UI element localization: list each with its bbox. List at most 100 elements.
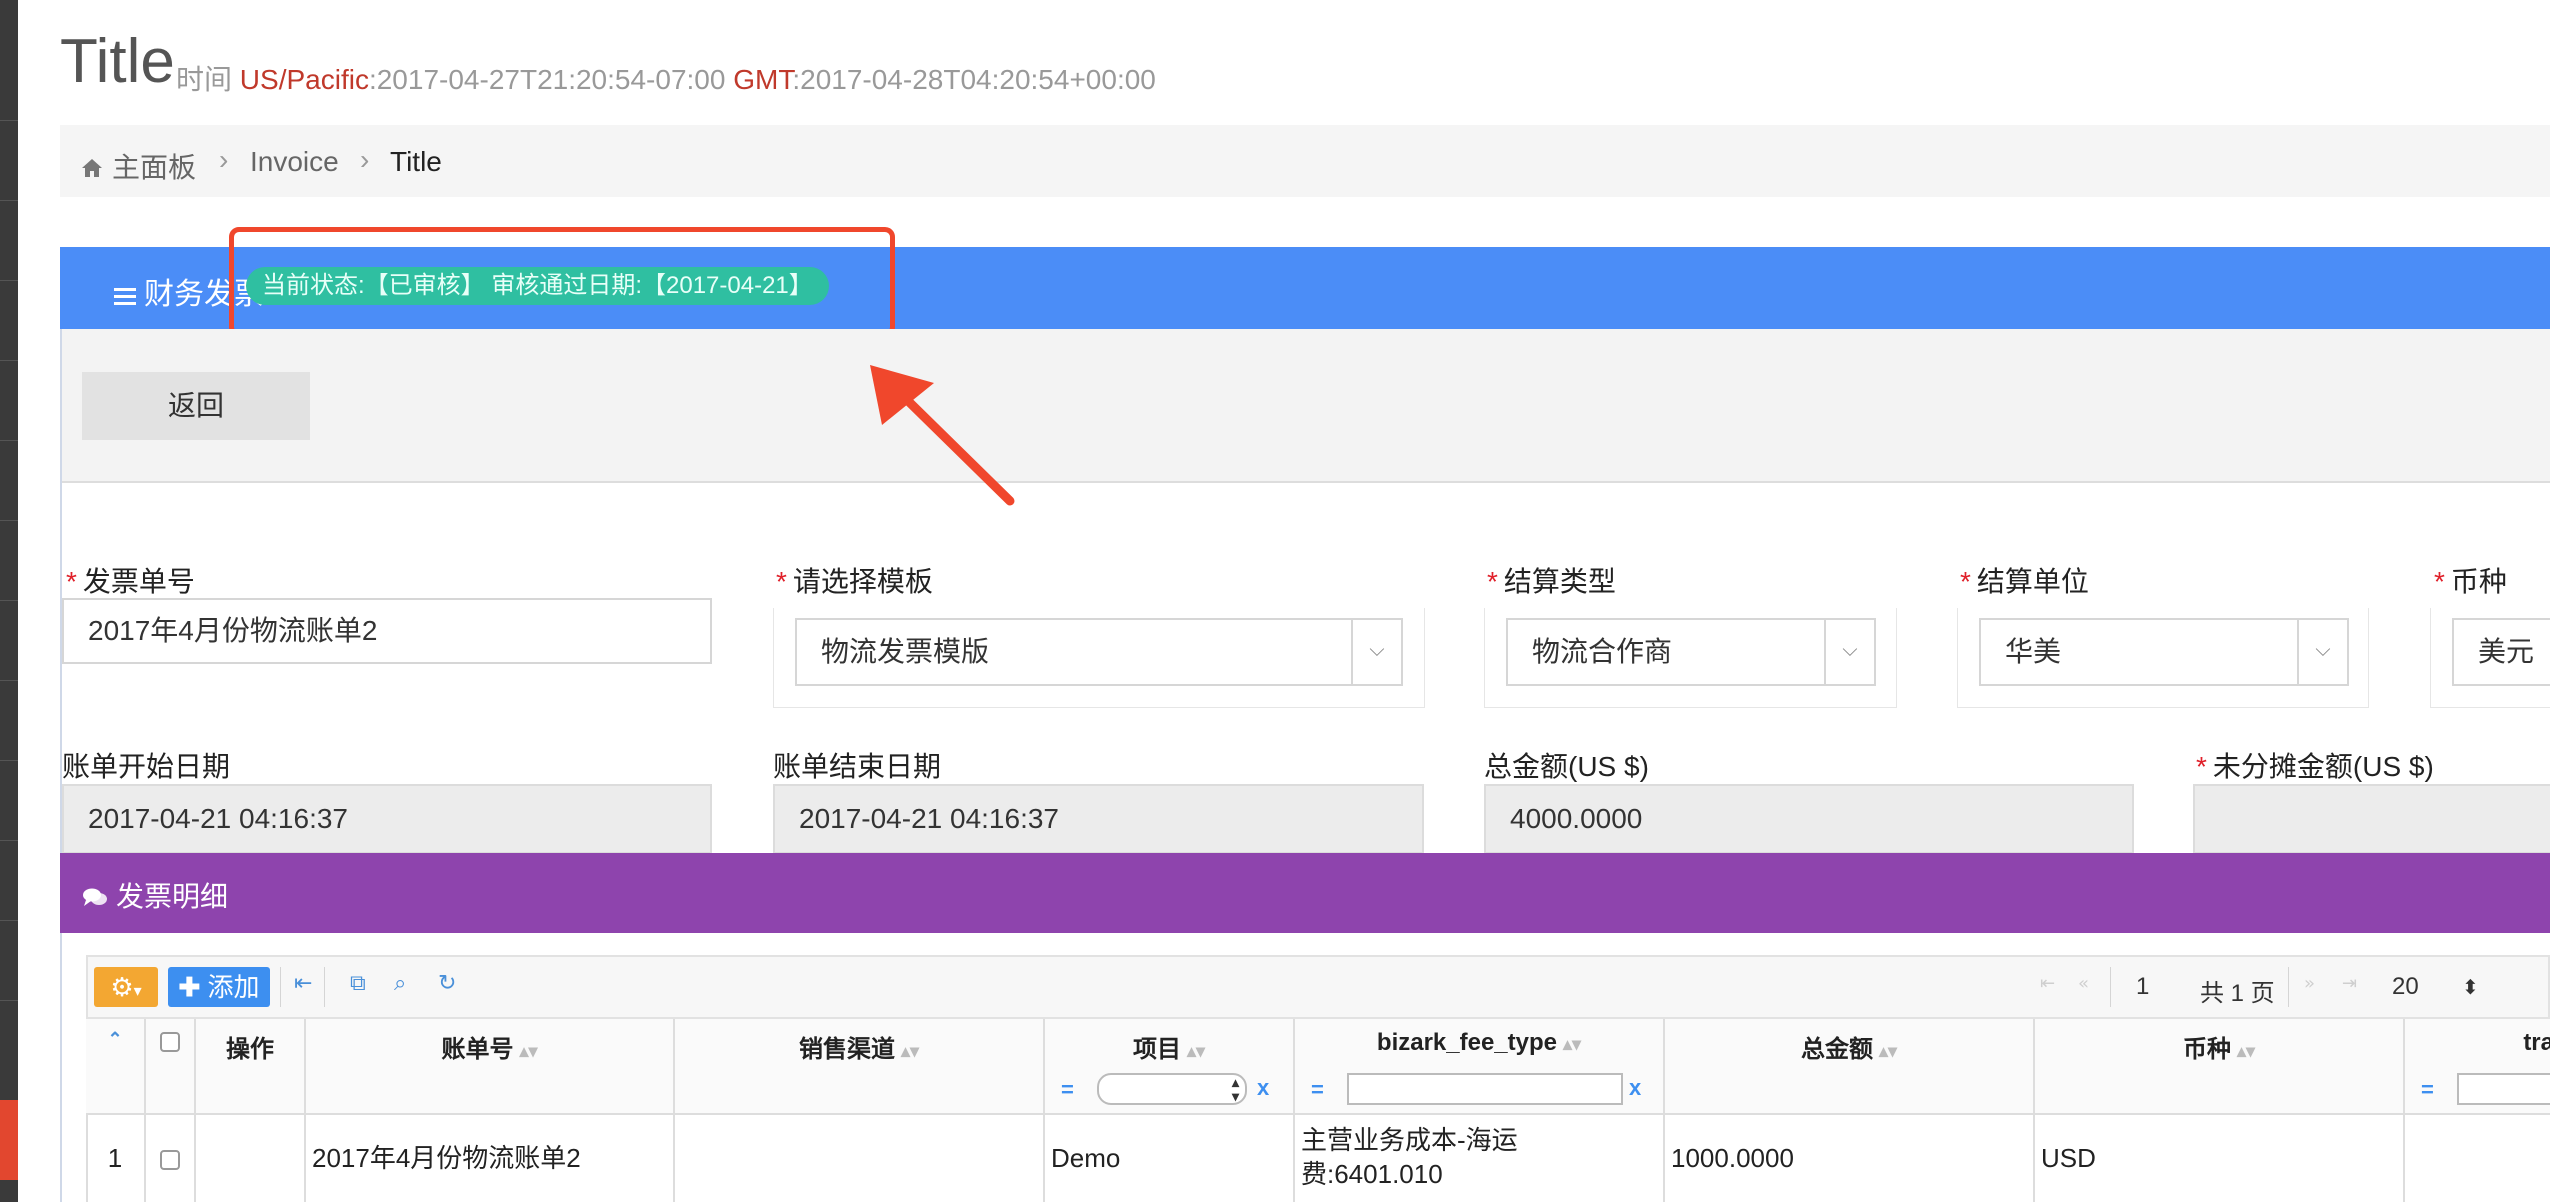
time-pacific: :2017-04-27T21:20:54-07:00 — [368, 64, 726, 95]
breadcrumb-home[interactable]: 主面板 — [80, 146, 196, 186]
cell-project: Demo — [1045, 1115, 1295, 1202]
breadcrumb-invoice[interactable]: Invoice — [250, 146, 339, 178]
gear-icon: ⚙ — [110, 972, 134, 1002]
grid-toolbar: ⚙▾ ✚ 添加 ⇤ ⧉ ⌕ ↻ ⇤ « 1 共 1 页 » ⇥ 20 ⬍ — [86, 955, 2550, 1019]
column-header-total[interactable]: 总金额 ▴▾ — [1665, 1019, 2035, 1115]
currency-label: * 币种 — [2434, 566, 2507, 597]
cell-bill-no: 2017年4月份物流账单2 — [306, 1115, 675, 1202]
column-header-rownum[interactable]: ⌃ — [86, 1019, 146, 1115]
settle-type-label: * 结算类型 — [1487, 566, 1616, 597]
sort-icon: ▴▾ — [1878, 1041, 1898, 1061]
invoice-detail-header: 发票明细 — [60, 853, 2550, 933]
last-page-icon[interactable]: ⇥ — [2342, 973, 2357, 994]
settle-type-select[interactable]: 物流合作商 ⌵ — [1506, 618, 1876, 686]
copy-icon[interactable]: ⧉ — [350, 971, 366, 996]
annotation-highlight-box — [229, 227, 895, 337]
chevron-up-icon: ⌃ — [107, 1029, 123, 1049]
prev-page-icon[interactable]: « — [2078, 973, 2089, 994]
updown-icon: ▴ ▾ — [1231, 1074, 1239, 1104]
toolbar-divider — [2110, 967, 2111, 1007]
invoice-no-input[interactable]: 2017年4月份物流账单2 — [62, 598, 712, 664]
row-select-cell — [146, 1115, 196, 1202]
column-header-project[interactable]: 项目 ▴▾ = ▴ ▾ x — [1045, 1019, 1295, 1115]
time-info: 时间 US/Pacific:2017-04-27T21:20:54-07:00 … — [176, 58, 1156, 98]
page-input[interactable]: 1 — [2136, 973, 2149, 1001]
search-icon[interactable]: ⌕ — [394, 971, 406, 996]
settings-dropdown-button[interactable]: ⚙▾ — [94, 967, 158, 1007]
tz-gmt-label: GMT — [733, 64, 793, 95]
filter-operator[interactable]: = — [2421, 1077, 2434, 1103]
action-bar — [62, 329, 2550, 483]
sort-icon: ▴▾ — [519, 1041, 538, 1061]
tz-pacific-label: US/Pacific — [239, 64, 369, 95]
row-number: 1 — [86, 1115, 146, 1202]
cell-total: 1000.0000 — [1665, 1115, 2035, 1202]
cell-fee-type-line1: 主营业务成本-海运 — [1301, 1125, 1518, 1155]
settle-unit-select-value: 华美 — [2005, 636, 2062, 667]
next-page-icon[interactable]: » — [2304, 973, 2315, 994]
total-amount-input: 4000.0000 — [1484, 784, 2134, 854]
unallocated-amount-input — [2193, 784, 2550, 854]
tra-filter-input[interactable] — [2457, 1073, 2550, 1105]
start-date-input[interactable]: 2017-04-21 04:16:37 — [62, 784, 712, 854]
template-select[interactable]: 物流发票模版 ⌵ — [795, 618, 1403, 686]
unallocated-amount-label: * 未分摊金额(US $) — [2196, 751, 2434, 782]
sort-icon: ▴▾ — [2236, 1041, 2256, 1061]
end-date-input[interactable]: 2017-04-21 04:16:37 — [773, 784, 1424, 854]
toolbar-divider — [280, 967, 281, 1007]
first-column-icon[interactable]: ⇤ — [294, 971, 312, 996]
chevron-down-icon[interactable]: ⌵ — [1824, 620, 1874, 684]
sort-icon: ▴▾ — [1563, 1034, 1582, 1054]
refresh-icon[interactable]: ↻ — [438, 971, 456, 996]
column-header-fee-type[interactable]: bizark_fee_type ▴▾ = x — [1295, 1019, 1665, 1115]
breadcrumb-current: Title — [390, 146, 442, 177]
column-header-select — [146, 1019, 196, 1115]
end-date-label: 账单结束日期 — [773, 751, 942, 782]
cell-channel — [675, 1115, 1045, 1202]
caret-down-icon: ▾ — [133, 983, 142, 1000]
fee-type-filter-input[interactable] — [1347, 1073, 1623, 1105]
first-page-icon[interactable]: ⇤ — [2040, 973, 2055, 994]
sort-icon: ▴▾ — [900, 1041, 920, 1061]
plus-icon: ✚ — [178, 972, 201, 1002]
column-header-tra[interactable]: tra = — [2405, 1019, 2550, 1115]
settle-unit-select[interactable]: 华美 ⌵ — [1979, 618, 2349, 686]
annotation-arrow — [870, 365, 1015, 506]
column-header-bill-no[interactable]: 账单号 ▴▾ — [306, 1019, 675, 1115]
updown-icon[interactable]: ⬍ — [2462, 975, 2479, 1000]
row-checkbox[interactable] — [160, 1150, 180, 1171]
cell-fee-type-line2: 费:6401.010 — [1301, 1159, 1443, 1189]
row-actions-cell — [196, 1115, 306, 1202]
filter-operator[interactable]: = — [1061, 1077, 1074, 1103]
template-label: * 请选择模板 — [776, 566, 933, 597]
chevron-right-icon: › — [360, 144, 370, 175]
breadcrumb: 主面板 › Invoice › Title — [60, 125, 2550, 197]
total-amount-label: 总金额(US $) — [1484, 751, 1649, 782]
settle-type-select-value: 物流合作商 — [1532, 636, 1673, 667]
chevron-down-icon[interactable]: ⌵ — [1351, 620, 1401, 684]
column-header-actions[interactable]: 操作 — [196, 1019, 306, 1115]
page-title: Title — [60, 27, 175, 96]
settle-unit-label: * 结算单位 — [1960, 566, 2089, 597]
template-select-value: 物流发票模版 — [821, 636, 990, 667]
toolbar-divider — [2288, 967, 2289, 1007]
detail-title: 发票明细 — [82, 875, 228, 915]
toolbar-divider — [324, 967, 325, 1007]
menu-icon — [114, 288, 136, 305]
currency-select[interactable]: 美元 — [2452, 618, 2550, 686]
home-icon — [82, 159, 102, 177]
back-button[interactable]: 返回 — [82, 372, 310, 440]
clear-filter-icon[interactable]: x — [1629, 1075, 1641, 1101]
column-header-channel[interactable]: 销售渠道 ▴▾ — [675, 1019, 1045, 1115]
project-filter-select[interactable]: ▴ ▾ — [1097, 1073, 1247, 1105]
clear-filter-icon[interactable]: x — [1257, 1075, 1269, 1101]
page-size-select[interactable]: 20 — [2392, 973, 2419, 1001]
chevron-down-icon[interactable]: ⌵ — [2297, 620, 2347, 684]
select-all-checkbox[interactable] — [160, 1032, 180, 1052]
column-header-currency[interactable]: 币种 ▴▾ — [2035, 1019, 2405, 1115]
start-date-label: 账单开始日期 — [62, 751, 231, 782]
nav-active-marker[interactable] — [0, 1100, 18, 1180]
cell-tra — [2405, 1115, 2550, 1202]
add-button[interactable]: ✚ 添加 — [168, 967, 270, 1007]
filter-operator[interactable]: = — [1311, 1077, 1324, 1103]
